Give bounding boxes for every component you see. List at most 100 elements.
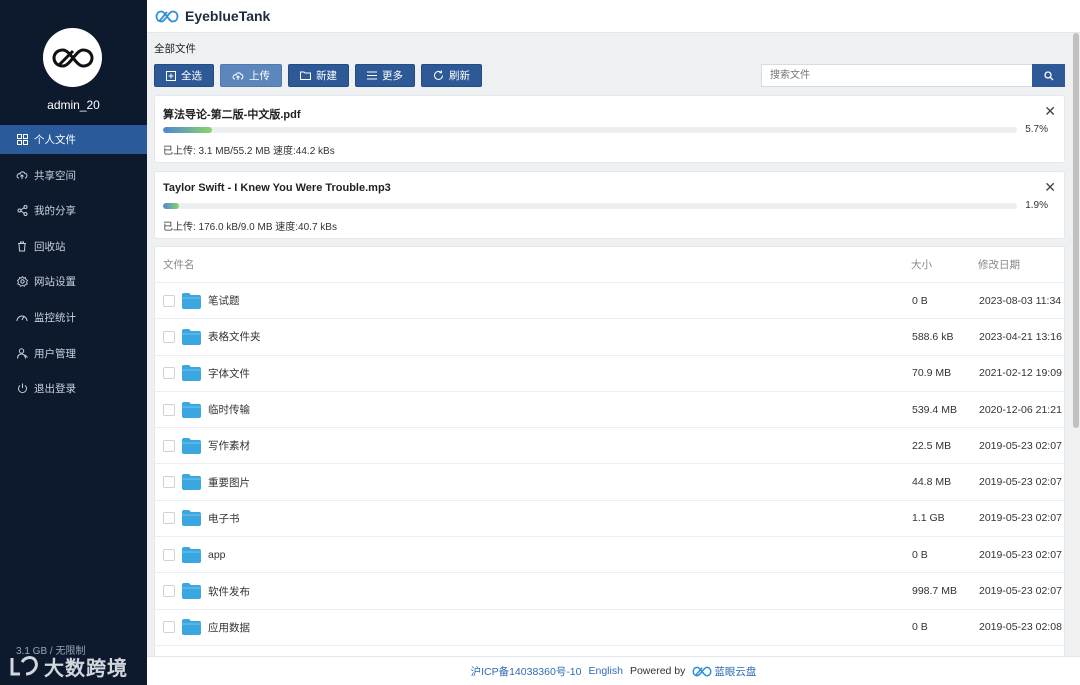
product-name: 蓝眼云盘 [714,665,757,678]
sidebar-item-shared-space[interactable]: 共享空间 [0,161,147,190]
powered-by-text: Powered by [629,665,686,677]
sidebar-item-label: 共享空间 [34,169,76,182]
file-name[interactable]: app [208,549,226,561]
row-checkbox[interactable] [163,439,175,452]
file-name[interactable]: 写作素材 [208,438,250,453]
username: admin_20 [47,98,100,112]
select-all-label: 全选 [181,70,202,82]
power-icon [16,383,28,395]
file-name[interactable]: 表格文件夹 [208,329,261,344]
sidebar-item-personal-files[interactable]: 个人文件 [0,125,147,154]
file-size: 70.9 MB [912,367,952,380]
upload-progress-bar [163,203,1017,209]
grid-icon [16,134,28,146]
folder-outline-icon [300,71,311,80]
upload-progress-bar [163,127,1017,133]
table-row[interactable]: app 0 B 2019-05-23 02:07 [155,537,1064,574]
icp-link[interactable]: 沪ICP备14038360号-10 [471,664,582,679]
refresh-label: 刷新 [449,70,470,82]
file-date: 2023-04-21 13:16 [979,330,1062,343]
row-checkbox[interactable] [163,548,175,561]
file-size: 44.8 MB [912,476,952,489]
watermark-logo-icon [10,655,38,675]
file-name[interactable]: 应用数据 [208,620,250,635]
file-name[interactable]: 电子书 [208,511,240,526]
close-icon[interactable]: ✕ [1044,104,1056,118]
column-header-name[interactable]: 文件名 [163,257,195,272]
more-label: 更多 [382,70,403,82]
file-name[interactable]: 重要图片 [208,475,250,490]
file-size: 539.4 MB [912,403,957,416]
column-header-size[interactable]: 大小 [911,257,932,272]
toolbar: 全选 上传 新建 更多 刷新 [154,64,482,87]
sidebar-item-label: 监控统计 [34,311,76,324]
refresh-button[interactable]: 刷新 [421,64,482,87]
column-header-date[interactable]: 修改日期 [978,257,1020,272]
row-checkbox[interactable] [163,367,175,380]
row-checkbox[interactable] [163,476,175,489]
brand-name[interactable]: EyeblueTank [185,8,270,24]
language-link[interactable]: English [589,665,623,677]
upload-info: 已上传: 176.0 kB/9.0 MB 速度:40.7 kBs [163,222,337,233]
select-all-button[interactable]: 全选 [154,64,214,87]
product-logo-icon [692,666,712,676]
product-link[interactable]: 蓝眼云盘 [692,664,756,679]
sidebar-item-monitoring[interactable]: 监控统计 [0,303,147,332]
sidebar-nav: 个人文件 共享空间 我的分享 回收站 网站设置 监控统计 用户管理 退出登录 [0,125,147,410]
table-row[interactable]: 临时传输 539.4 MB 2020-12-06 21:21 [155,392,1064,429]
new-folder-button[interactable]: 新建 [288,64,349,87]
table-row[interactable]: 表格文件夹 588.6 kB 2023-04-21 13:16 [155,319,1064,356]
table-row[interactable]: 笔试题 0 B 2023-08-03 11:34 [155,283,1064,320]
table-row[interactable]: 软件发布 998.7 MB 2019-05-23 02:07 [155,573,1064,610]
upload-item: Taylor Swift - I Knew You Were Trouble.m… [154,171,1065,239]
table-row[interactable]: 应用数据 0 B 2019-05-23 02:08 [155,610,1064,646]
share-icon [16,205,28,217]
table-row[interactable]: 写作素材 22.5 MB 2019-05-23 02:07 [155,428,1064,465]
folder-icon [182,546,201,563]
file-size: 22.5 MB [912,439,952,452]
search-button[interactable] [1032,64,1065,87]
sidebar-item-my-shares[interactable]: 我的分享 [0,196,147,225]
new-label: 新建 [316,70,337,82]
sidebar-item-logout[interactable]: 退出登录 [0,374,147,403]
more-button[interactable]: 更多 [355,64,415,87]
scrollbar[interactable] [1072,33,1080,656]
file-name[interactable]: 字体文件 [208,366,250,381]
watermark-text: 大数跨境 [44,658,128,680]
upload-button[interactable]: 上传 [220,64,282,87]
row-checkbox[interactable] [163,585,175,598]
close-icon[interactable]: ✕ [1044,180,1056,194]
row-checkbox[interactable] [163,294,175,307]
avatar[interactable] [43,28,102,87]
footer: 沪ICP备14038360号-10 English Powered by 蓝眼云… [147,656,1080,685]
row-checkbox[interactable] [163,403,175,416]
breadcrumb[interactable]: 全部文件 [154,41,196,56]
sidebar-item-label: 我的分享 [34,205,76,218]
sidebar-item-recycle-bin[interactable]: 回收站 [0,232,147,261]
sidebar-item-label: 用户管理 [34,347,76,360]
file-name[interactable]: 笔试题 [208,293,240,308]
folder-icon [182,619,201,636]
row-checkbox[interactable] [163,330,175,343]
sidebar-item-label: 个人文件 [34,134,76,146]
upload-file-name: Taylor Swift - I Knew You Were Trouble.m… [163,182,391,194]
search-input[interactable] [761,64,1032,87]
brand-logo-icon [155,10,179,22]
file-name[interactable]: 软件发布 [208,584,250,599]
upload-percent: 5.7% [1025,124,1048,135]
main-content: 全部文件 全选 上传 新建 更多 刷新 算法导论-第二版-中文版.pdf [147,33,1072,656]
user-icon [16,347,28,359]
file-table: 文件名 大小 修改日期 笔试题 0 B 2023-08-03 11:34 表格文件夹 5… [154,246,1065,656]
sidebar-item-site-settings[interactable]: 网站设置 [0,267,147,296]
upload-label: 上传 [249,70,270,82]
sidebar-item-user-management[interactable]: 用户管理 [0,339,147,368]
table-row[interactable]: 字体文件 70.9 MB 2021-02-12 19:09 [155,356,1064,392]
file-name[interactable]: 临时传输 [208,402,250,417]
row-checkbox[interactable] [163,512,175,525]
folder-icon [182,365,201,382]
table-row[interactable]: 重要图片 44.8 MB 2019-05-23 02:07 [155,464,1064,501]
scrollbar-thumb[interactable] [1073,33,1079,428]
row-checkbox[interactable] [163,621,175,634]
file-size: 588.6 kB [912,330,954,343]
table-row[interactable]: 电子书 1.1 GB 2019-05-23 02:07 [155,501,1064,538]
